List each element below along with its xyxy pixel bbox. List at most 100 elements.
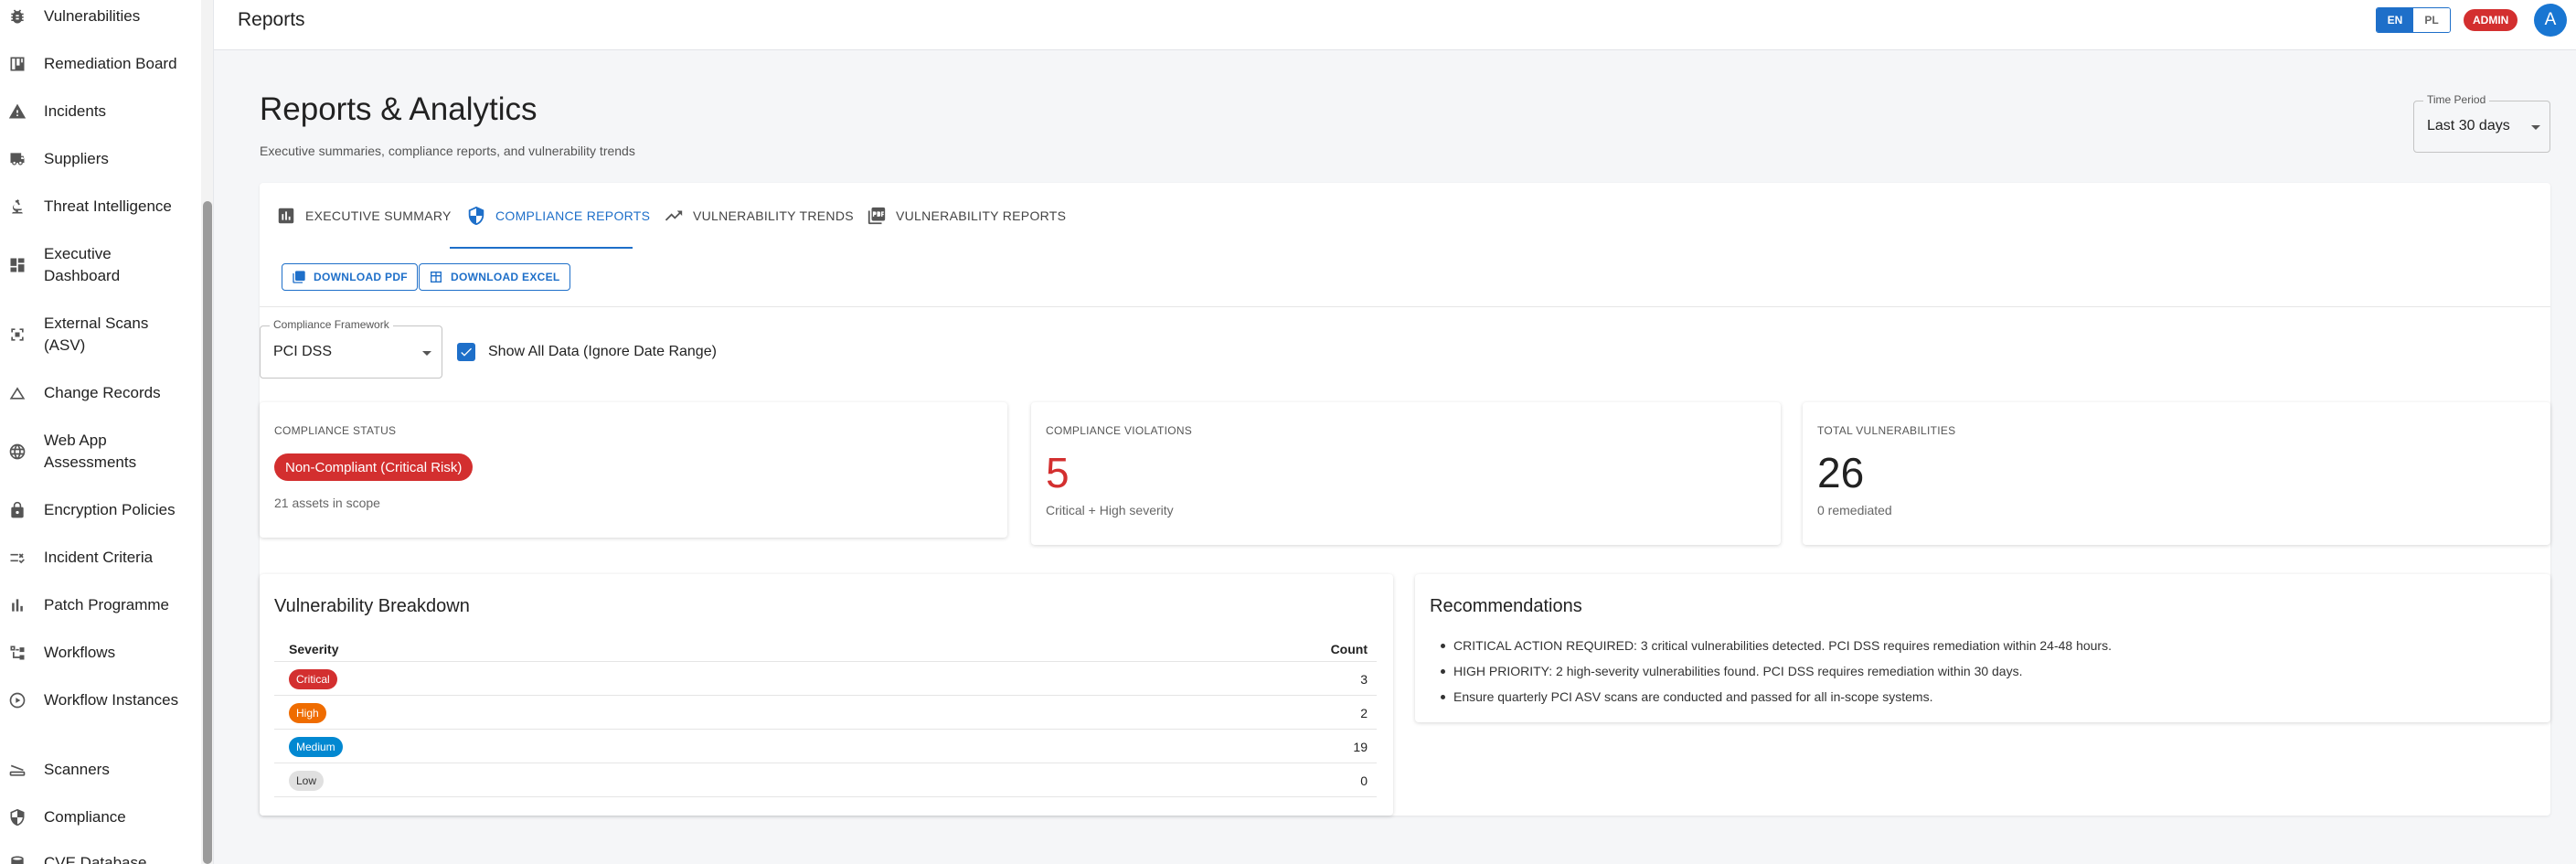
- bar-chart-icon: [7, 595, 27, 615]
- sidebar-item-executive-dashboard[interactable]: Executive Dashboard: [0, 243, 199, 287]
- table-header-row: Severity Count: [274, 635, 1377, 662]
- tab-executive-summary[interactable]: EXECUTIVE SUMMARY: [260, 183, 468, 249]
- warning-icon: [7, 101, 27, 122]
- pdf-icon: [868, 207, 886, 225]
- sidebar-item-vulnerabilities[interactable]: Vulnerabilities: [0, 5, 199, 27]
- sidebar-item-web-app-assessments[interactable]: Web App Assessments: [0, 430, 199, 474]
- list-item: HIGH PRIORITY: 2 high-severity vulnerabi…: [1441, 658, 2112, 684]
- scanner-icon: [7, 760, 27, 780]
- tab-label: COMPLIANCE REPORTS: [495, 208, 651, 223]
- severity-chip-medium: Medium: [289, 737, 343, 757]
- play-circle-icon: [7, 690, 27, 710]
- language-pl-button[interactable]: PL: [2413, 8, 2450, 32]
- severity-chip-high: High: [289, 703, 326, 723]
- time-period-select[interactable]: Time Period Last 30 days: [2413, 93, 2550, 153]
- check-icon: [461, 347, 472, 357]
- dashboard-icon: [7, 255, 27, 275]
- workflow-icon: [7, 643, 27, 663]
- sidebar-item-compliance[interactable]: Compliance: [0, 806, 199, 828]
- compliance-framework-label: Compliance Framework: [270, 318, 393, 331]
- sidebar-item-workflow-instances[interactable]: Workflow Instances: [0, 689, 199, 711]
- compliance-status-card: COMPLIANCE STATUS Non-Compliant (Critica…: [260, 402, 1007, 538]
- download-excel-button[interactable]: DOWNLOAD EXCEL: [419, 263, 570, 291]
- database-icon: [7, 853, 27, 864]
- sidebar-item-label: Executive Dashboard: [44, 245, 121, 284]
- language-toggle: EN PL: [2376, 7, 2451, 33]
- show-all-checkbox[interactable]: [457, 343, 475, 361]
- sidebar-item-patch-programme[interactable]: Patch Programme: [0, 594, 199, 616]
- show-all-data-toggle[interactable]: Show All Data (Ignore Date Range): [457, 343, 717, 361]
- sidebar-item-label: External Scans (ASV): [44, 315, 149, 354]
- sidebar-item-external-scans[interactable]: External Scans (ASV): [0, 313, 199, 357]
- truck-icon: [7, 149, 27, 169]
- sidebar-item-change-records[interactable]: Change Records: [0, 382, 199, 404]
- sidebar-item-label: Compliance: [44, 808, 126, 826]
- assets-in-scope: 21 assets in scope: [274, 496, 380, 510]
- tab-vulnerability-reports[interactable]: VULNERABILITY REPORTS: [850, 183, 1082, 249]
- sidebar-item-suppliers[interactable]: Suppliers: [0, 148, 199, 170]
- sidebar-item-incidents[interactable]: Incidents: [0, 101, 199, 123]
- status-badge: Non-Compliant (Critical Risk): [274, 453, 474, 481]
- sidebar-item-label: Incidents: [44, 102, 107, 120]
- avatar[interactable]: A: [2534, 4, 2567, 37]
- sidebar-scrollbar-thumb[interactable]: [203, 201, 212, 864]
- sidebar-item-label: Encryption Policies: [44, 501, 176, 518]
- vulnerability-breakdown-title: Vulnerability Breakdown: [274, 596, 470, 616]
- download-pdf-button[interactable]: DOWNLOAD PDF: [282, 263, 418, 291]
- sidebar-item-workflows[interactable]: Workflows: [0, 642, 199, 664]
- topbar-title: Reports: [238, 9, 305, 30]
- compliance-violations-sub: Critical + High severity: [1046, 503, 1174, 517]
- table-icon: [431, 272, 442, 283]
- download-pdf-label: DOWNLOAD PDF: [314, 271, 408, 283]
- report-tabs: EXECUTIVE SUMMARY COMPLIANCE REPORTS VUL…: [260, 183, 2550, 249]
- microscope-icon: [7, 197, 27, 217]
- shield-icon: [7, 807, 27, 827]
- severity-count: 2: [1360, 706, 1368, 720]
- sidebar-item-label: Scanners: [44, 761, 110, 778]
- sidebar-item-threat-intelligence[interactable]: Threat Intelligence: [0, 196, 199, 218]
- chevron-down-icon: [422, 351, 431, 356]
- globe-icon: [7, 442, 27, 462]
- total-vulnerabilities-label: TOTAL VULNERABILITIES: [1817, 424, 1956, 437]
- sidebar-item-label: Suppliers: [44, 150, 109, 167]
- vulnerability-breakdown-card: Vulnerability Breakdown Severity Count C…: [260, 574, 1393, 816]
- details-section: Vulnerability Breakdown Severity Count C…: [260, 574, 2550, 816]
- download-actions: DOWNLOAD PDF DOWNLOAD EXCEL: [260, 249, 2550, 307]
- table-row: High 2: [274, 696, 1377, 730]
- board-icon: [7, 54, 27, 74]
- severity-count: 19: [1353, 740, 1368, 754]
- table-row: Medium 19: [274, 730, 1377, 763]
- recommendations-title: Recommendations: [1430, 596, 1582, 616]
- total-vulnerabilities-card: TOTAL VULNERABILITIES 26 0 remediated: [1803, 402, 2550, 545]
- radar-icon: [7, 325, 27, 345]
- severity-count: 3: [1360, 672, 1368, 687]
- sidebar-item-label: CVE Database: [44, 854, 147, 864]
- vulnerability-breakdown-table: Severity Count Critical 3 High 2 Medium …: [274, 635, 1377, 797]
- tab-compliance-reports[interactable]: COMPLIANCE REPORTS: [450, 183, 666, 249]
- sidebar-item-incident-criteria[interactable]: Incident Criteria: [0, 547, 199, 569]
- bar-chart-icon: [278, 208, 294, 224]
- shield-icon: [468, 206, 484, 226]
- list-item: Ensure quarterly PCI ASV scans are condu…: [1441, 684, 2112, 709]
- compliance-framework-select[interactable]: Compliance Framework PCI DSS: [260, 318, 442, 379]
- language-en-button[interactable]: EN: [2377, 8, 2413, 32]
- compliance-violations-card: COMPLIANCE VIOLATIONS 5 Critical + High …: [1031, 402, 1781, 545]
- download-excel-label: DOWNLOAD EXCEL: [451, 271, 560, 283]
- total-vulnerabilities-sub: 0 remediated: [1817, 503, 1892, 517]
- show-all-label: Show All Data (Ignore Date Range): [488, 344, 717, 359]
- tab-vulnerability-trends[interactable]: VULNERABILITY TRENDS: [647, 183, 870, 249]
- recommendations-list: CRITICAL ACTION REQUIRED: 3 critical vul…: [1441, 633, 2112, 709]
- time-period-label: Time Period: [2423, 93, 2490, 106]
- sidebar-item-label: Workflow Instances: [44, 691, 179, 709]
- severity-chip-low: Low: [289, 771, 325, 791]
- column-header-severity: Severity: [289, 642, 339, 656]
- time-period-value: Last 30 days: [2427, 118, 2510, 133]
- sidebar-item-cve-database[interactable]: CVE Database: [0, 852, 199, 864]
- sidebar-item-scanners[interactable]: Scanners: [0, 759, 199, 781]
- compliance-violations-value: 5: [1046, 449, 1070, 496]
- sidebar-item-remediation-board[interactable]: Remediation Board: [0, 53, 199, 75]
- severity-chip-critical: Critical: [289, 669, 337, 689]
- list-item: CRITICAL ACTION REQUIRED: 3 critical vul…: [1441, 633, 2112, 658]
- sidebar: Vulnerabilities Remediation Board Incide…: [0, 0, 214, 864]
- sidebar-item-encryption-policies[interactable]: Encryption Policies: [0, 499, 199, 521]
